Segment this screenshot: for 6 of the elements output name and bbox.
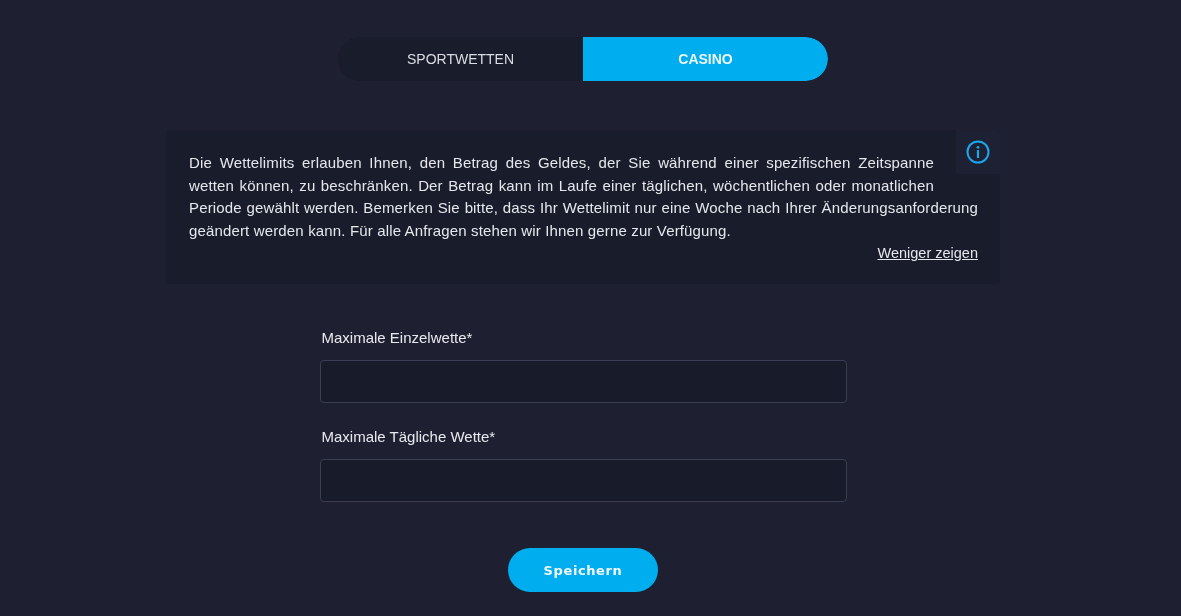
input-field[interactable] xyxy=(319,459,847,502)
input-field[interactable] xyxy=(319,360,847,403)
show-less-link[interactable]: Weniger zeigen xyxy=(877,242,978,264)
field-label: Maximale Tägliche Wette* xyxy=(321,427,497,447)
info-text: Die Wettelimits erlauben Ihnen, den Betrag des Geldes, der Sie während einer spezifischen Zeitspanne wetten können, zu beschränken. Der Betrag kann im Laufe einer täglichen, wöchentlichen oder monatlichen Periode gewählt werden. Bemerken Sie bitte, dass Ihr Wettelimit nur eine Woche nach Ihrer Änderungsanforderung geändert werden kann. Für alle Anfragen stehen wir Ihnen gerne zur Verfügung. xyxy=(189,153,978,241)
field-label: Maximale Einzelwette* xyxy=(321,328,474,348)
